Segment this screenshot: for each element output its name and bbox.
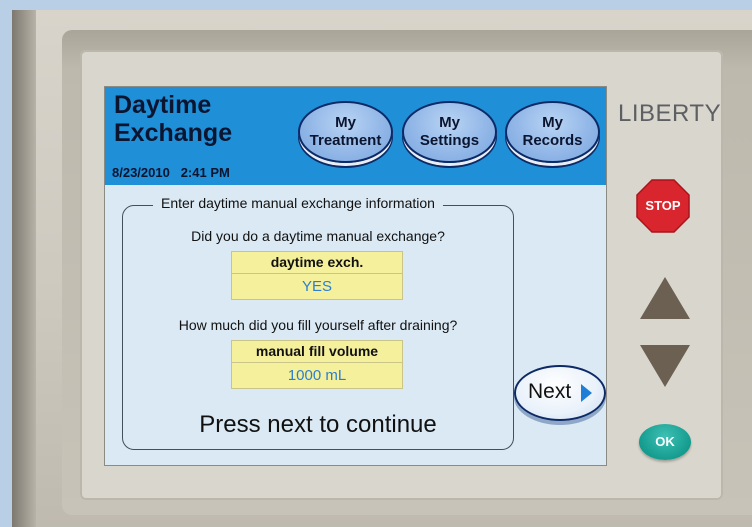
brand-logo: LIBERTY: [618, 100, 722, 127]
tab-my-settings-line2: Settings: [419, 132, 480, 149]
page-title: Daytime Exchange: [114, 91, 232, 147]
fill-volume-label: manual fill volume: [232, 341, 402, 363]
touch-screen: Daytime Exchange 8/23/2010 2:41 PM My Tr…: [104, 86, 607, 466]
tab-my-settings-line1: My: [439, 114, 460, 131]
up-arrow-icon: [640, 277, 690, 319]
question-fill-volume: How much did you fill yourself after dra…: [178, 317, 458, 333]
datetime: 8/23/2010 2:41 PM: [112, 165, 230, 180]
panel-legend: Enter daytime manual exchange informatio…: [153, 195, 443, 211]
next-button-label: Next: [528, 380, 572, 403]
right-triangle-icon: [581, 384, 592, 402]
up-button[interactable]: [638, 275, 692, 321]
ok-button[interactable]: OK: [639, 424, 691, 460]
date-text: 8/23/2010: [112, 165, 170, 180]
tab-my-records-line1: My: [542, 114, 563, 131]
fill-volume-field[interactable]: manual fill volume 1000 mL: [231, 340, 403, 389]
header-bar: Daytime Exchange 8/23/2010 2:41 PM My Tr…: [105, 87, 606, 185]
daytime-exch-field[interactable]: daytime exch. YES: [231, 251, 403, 300]
fill-volume-value[interactable]: 1000 mL: [232, 363, 402, 388]
daytime-exch-label: daytime exch.: [232, 252, 402, 274]
down-arrow-icon: [640, 345, 690, 387]
daytime-exch-value[interactable]: YES: [232, 274, 402, 299]
continue-instruction: Press next to continue: [199, 411, 437, 438]
down-button[interactable]: [638, 343, 692, 389]
page-title-line1: Daytime: [114, 91, 212, 119]
tab-my-settings[interactable]: My Settings: [402, 101, 497, 163]
stop-label: STOP: [645, 198, 681, 213]
time-text: 2:41 PM: [180, 165, 230, 180]
next-button[interactable]: Next: [514, 365, 606, 421]
stop-button[interactable]: STOP: [636, 179, 690, 233]
tab-my-treatment-line1: My: [335, 114, 356, 131]
page-title-line2: Exchange: [114, 119, 233, 147]
device-edge: [12, 10, 36, 527]
tab-my-treatment[interactable]: My Treatment: [298, 101, 393, 163]
tab-my-records-line2: Records: [522, 132, 583, 149]
tab-my-treatment-line2: Treatment: [309, 132, 382, 149]
question-manual-exchange: Did you do a daytime manual exchange?: [191, 228, 445, 244]
exchange-panel: Enter daytime manual exchange informatio…: [122, 195, 514, 450]
tab-my-records[interactable]: My Records: [505, 101, 600, 163]
